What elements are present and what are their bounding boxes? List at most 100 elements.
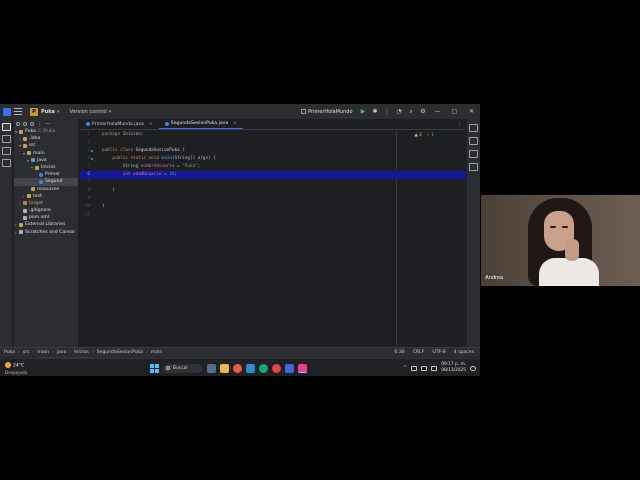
tree-item[interactable]: ▾ src	[14, 142, 78, 149]
caret-position[interactable]: 6:30	[394, 350, 404, 355]
search-icon	[166, 366, 170, 370]
code-line[interactable]: 11	[80, 211, 396, 219]
notification-bell-icon[interactable]	[470, 365, 476, 371]
code-line[interactable]: 2	[80, 139, 396, 147]
meeting-stage: P Puka ▾ Version control ▾ PrimerHolaMun…	[0, 0, 640, 480]
run-configuration-selector[interactable]: PrimerHolaMundo	[299, 107, 357, 116]
tree-item[interactable]: › target	[14, 200, 78, 207]
version-control-menu[interactable]: Version control	[69, 109, 106, 115]
more-tools-icon[interactable]	[2, 159, 11, 167]
store-icon[interactable]	[246, 363, 255, 373]
code-line[interactable]: 5 String nombreUsuario = "Puka";	[80, 163, 396, 171]
code-line[interactable]: 10}	[80, 203, 396, 211]
tree-item[interactable]: pom.xml	[14, 214, 78, 221]
src-icon	[31, 158, 35, 163]
word-icon[interactable]	[285, 363, 294, 373]
tab-primer-hola-mundo[interactable]: PrimerHolaMundo.java ×	[80, 119, 159, 129]
edge-icon[interactable]	[259, 363, 268, 373]
tree-item[interactable]: .gitignore	[14, 207, 78, 214]
chrome-icon[interactable]	[272, 363, 281, 373]
maximize-button[interactable]: ▢	[446, 108, 463, 115]
caret-line-highlight	[396, 171, 466, 179]
code-line[interactable]: 8 }	[80, 187, 396, 195]
minimize-button[interactable]: —	[429, 108, 446, 115]
current-code-line[interactable]: 6 int edadUsuario = 18;	[80, 171, 396, 179]
java-class-icon	[86, 122, 90, 126]
more-actions-icon[interactable]: ⋮	[381, 108, 393, 115]
code-line[interactable]: 4 public static void main(String[] args)…	[80, 155, 396, 163]
taskbar-clock[interactable]: 09:17 p. m. 08/13/2025	[441, 362, 466, 374]
debug-icon[interactable]: ✱	[369, 108, 381, 115]
project-name[interactable]: Puka	[41, 109, 55, 115]
close-tab-icon[interactable]: ×	[149, 122, 153, 127]
breadcrumb-item[interactable]: Inicios	[74, 350, 89, 355]
close-button[interactable]: ✕	[463, 108, 480, 115]
tree-item[interactable]: ▾ Inicios	[14, 164, 78, 171]
breadcrumb-item[interactable]: main	[151, 350, 162, 355]
network-icon[interactable]	[411, 365, 418, 371]
battery-icon[interactable]	[431, 365, 438, 371]
tree-item[interactable]: › Scratches and Consol	[14, 229, 78, 236]
breadcrumb-item[interactable]: java	[57, 350, 67, 355]
tree-item[interactable]: resources	[14, 186, 78, 193]
code-text: String nombreUsuario = "Puka";	[102, 164, 201, 169]
participant-name: Andrea	[485, 275, 504, 281]
expand-icon[interactable]	[23, 121, 27, 126]
breadcrumb[interactable]: Puka › src › main › java › Inicios › SegundaSesion…	[4, 350, 162, 355]
close-tab-icon[interactable]: ×	[233, 121, 237, 126]
tree-item[interactable]: › External Libraries	[14, 221, 78, 228]
java-icon	[39, 172, 43, 177]
collapse-icon[interactable]	[30, 121, 34, 126]
breadcrumb-item[interactable]: src	[23, 350, 30, 355]
run-icon[interactable]: ▶	[357, 108, 369, 115]
tab-options-icon[interactable]: ⋮	[457, 122, 462, 127]
code-line[interactable]: 7	[80, 179, 396, 187]
structure-tool-icon[interactable]	[2, 147, 11, 155]
ai-assistant-icon[interactable]	[469, 137, 478, 145]
tree-item[interactable]: ▾ Puka C:\Puka	[14, 128, 78, 135]
weather-widget[interactable]: 24°C Despejado	[5, 362, 55, 375]
database-icon[interactable]	[469, 150, 478, 158]
run-gutter-icon[interactable]: ▶	[91, 157, 95, 161]
volume-icon[interactable]	[421, 365, 428, 371]
tray-overflow-icon[interactable]: ⌃	[403, 365, 407, 371]
participant-video-tile[interactable]: Andrea	[481, 195, 640, 286]
code-line[interactable]: 3 public class SegundaSesionPuka {	[80, 147, 396, 155]
tree-item[interactable]: › .idea	[14, 135, 78, 142]
breadcrumb-item[interactable]: Puka	[4, 350, 15, 355]
inspection-widget[interactable]: ▲ 2 ✓ 1	[415, 133, 434, 138]
tree-item[interactable]: ▾ java	[14, 157, 78, 164]
photos-icon[interactable]	[233, 363, 242, 373]
taskbar-search[interactable]: Buscar	[163, 363, 203, 373]
user-icon[interactable]: ◔	[393, 108, 405, 115]
run-gutter-icon[interactable]: ▶	[91, 149, 95, 153]
search-placeholder: Buscar	[173, 365, 188, 371]
line-separator[interactable]: CRLF	[413, 350, 425, 355]
tree-item[interactable]: ▾ main	[14, 150, 78, 157]
settings-gear-icon[interactable]: ⚙	[417, 108, 429, 115]
hide-icon[interactable]: —	[45, 121, 50, 127]
windows-start-icon[interactable]	[150, 363, 159, 373]
locate-icon[interactable]	[16, 121, 20, 126]
task-view-icon[interactable]	[207, 363, 216, 373]
code-line[interactable]: 9	[80, 195, 396, 203]
breadcrumb-item[interactable]: main	[37, 350, 48, 355]
indent-setting[interactable]: 4 spaces	[454, 350, 474, 355]
tree-item[interactable]: › test	[14, 193, 78, 200]
breadcrumb-item[interactable]: SegundaSesionPuka	[97, 350, 143, 355]
tree-item[interactable]: Segund	[14, 178, 78, 186]
tab-segunda-sesion-puka[interactable]: SegundaSesionPuka.java ×	[158, 119, 244, 129]
project-tool-icon[interactable]	[2, 123, 11, 131]
file-explorer-icon[interactable]	[220, 363, 229, 373]
maven-icon[interactable]	[469, 163, 478, 171]
main-menu-icon[interactable]	[14, 108, 22, 115]
search-everywhere-icon[interactable]: ⌕	[405, 108, 417, 116]
commit-tool-icon[interactable]	[2, 135, 11, 143]
file-encoding[interactable]: UTF-8	[432, 350, 445, 355]
options-icon[interactable]: ⋮	[37, 121, 42, 127]
notifications-icon[interactable]	[469, 124, 478, 132]
intellij-taskbar-icon[interactable]	[298, 363, 307, 373]
code-area[interactable]: 1 package Inicios; 2 3 public class SegundaS…	[80, 131, 466, 349]
tree-item[interactable]: Primer	[14, 171, 78, 178]
code-line[interactable]: 1 package Inicios;	[80, 131, 396, 139]
